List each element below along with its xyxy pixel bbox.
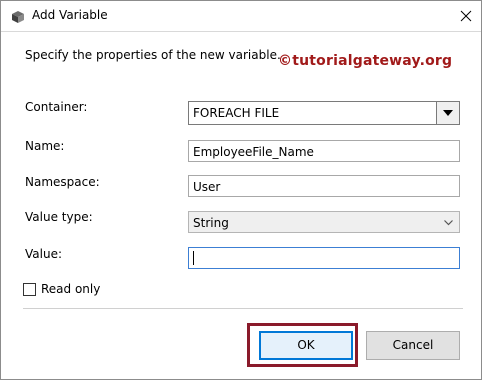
read-only-label[interactable]: Read only	[41, 282, 100, 296]
ok-button[interactable]: OK	[259, 331, 353, 360]
namespace-label: Namespace:	[25, 175, 100, 189]
container-dropdown[interactable]: FOREACH FILE	[188, 101, 460, 125]
intro-text: Specify the properties of the new variab…	[25, 48, 281, 62]
close-button[interactable]	[453, 3, 479, 29]
name-label: Name:	[25, 139, 65, 153]
chevron-down-icon	[443, 110, 453, 116]
read-only-checkbox[interactable]	[23, 283, 36, 296]
container-value: FOREACH FILE	[193, 106, 280, 120]
watermark: ©tutorialgateway.org	[278, 53, 453, 69]
bottom-separator	[23, 308, 463, 309]
value-type-value: String	[193, 216, 229, 230]
container-label: Container:	[25, 100, 88, 114]
name-input[interactable]: EmployeeFile_Name	[188, 140, 460, 162]
package-icon	[11, 9, 25, 23]
value-type-select[interactable]: String	[188, 211, 460, 233]
title-bar: Add Variable	[1, 1, 481, 31]
chevron-down-icon	[444, 220, 453, 226]
title-separator	[1, 31, 481, 32]
name-value: EmployeeFile_Name	[193, 145, 314, 159]
value-label: Value:	[25, 247, 62, 261]
window-title: Add Variable	[32, 8, 108, 22]
add-variable-dialog: Add Variable Specify the properties of t…	[0, 0, 482, 380]
container-dropdown-button[interactable]	[436, 102, 459, 124]
namespace-input[interactable]: User	[188, 175, 460, 197]
value-input[interactable]	[188, 247, 460, 269]
close-icon	[460, 10, 472, 22]
cancel-button[interactable]: Cancel	[366, 331, 460, 360]
value-type-label: Value type:	[25, 210, 93, 224]
namespace-value: User	[193, 180, 221, 194]
text-caret	[193, 251, 194, 265]
